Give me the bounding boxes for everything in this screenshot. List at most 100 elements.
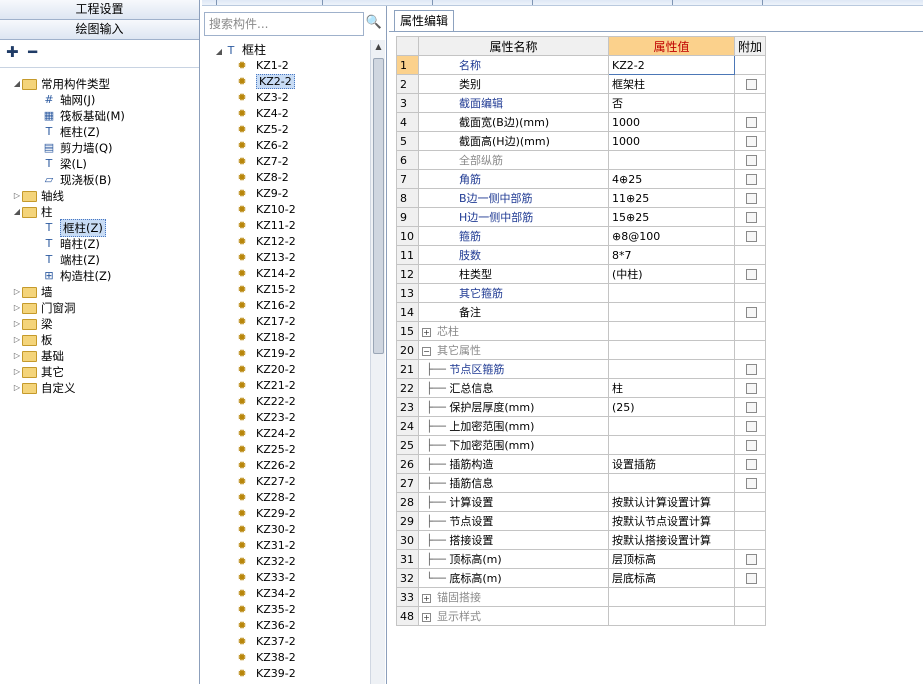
property-value-cell[interactable]: 框架柱 <box>608 74 735 94</box>
property-value-cell[interactable]: 4⊕25 <box>608 169 735 189</box>
component-item[interactable]: ✹ KZ7-2 <box>236 154 288 170</box>
property-value-cell[interactable]: (25) <box>608 397 735 417</box>
extra-checkbox[interactable] <box>746 155 757 166</box>
property-value-cell[interactable]: 按默认搭接设置计算 <box>608 530 735 550</box>
component-item[interactable]: ✹ KZ14-2 <box>236 266 295 282</box>
property-row[interactable]: 26 ├── 插筋构造 设置插筋 <box>396 454 767 474</box>
project-settings-header[interactable]: 工程设置 <box>0 0 199 20</box>
property-value-cell[interactable]: 8*7 <box>608 245 735 265</box>
property-value-cell[interactable] <box>608 435 735 455</box>
tree-item[interactable]: ▷ 基础 <box>12 348 64 364</box>
component-item[interactable]: ✹ KZ16-2 <box>236 298 295 314</box>
expand-arrow-icon[interactable]: ▷ <box>12 284 22 300</box>
property-value-cell[interactable] <box>608 587 735 607</box>
component-item[interactable]: ✹ KZ29-2 <box>236 506 295 522</box>
search-icon[interactable]: 🔍 <box>364 12 384 36</box>
extra-checkbox[interactable] <box>746 212 757 223</box>
component-item[interactable]: ✹ KZ3-2 <box>236 90 288 106</box>
property-value-cell[interactable]: 1000 <box>608 131 735 151</box>
property-row[interactable]: 11 肢数 8*7 <box>396 245 767 265</box>
tab-property-edit[interactable]: 属性编辑 <box>394 10 454 32</box>
component-item[interactable]: ✹ KZ9-2 <box>236 186 288 202</box>
component-item[interactable]: ✹ KZ31-2 <box>236 538 295 554</box>
tree-item[interactable]: T 端柱(Z) <box>42 252 100 268</box>
component-item[interactable]: ✹ KZ15-2 <box>236 282 295 298</box>
expand-group-icon[interactable]: + <box>422 593 431 603</box>
extra-checkbox[interactable] <box>746 440 757 451</box>
property-row[interactable]: 7 角筋 4⊕25 <box>396 169 767 189</box>
tree-item[interactable]: T 梁(L) <box>42 156 87 172</box>
component-item[interactable]: ✹ KZ13-2 <box>236 250 295 266</box>
property-value-cell[interactable]: 否 <box>608 93 735 113</box>
property-value-cell[interactable]: 1000 <box>608 112 735 132</box>
scrollbar-thumb[interactable] <box>373 58 384 354</box>
property-value-cell[interactable]: 层底标高 <box>608 568 735 588</box>
collapse-arrow-icon[interactable]: ◢ <box>214 44 224 60</box>
property-row[interactable]: 25 ├── 下加密范围(mm) <box>396 435 767 455</box>
extra-checkbox[interactable] <box>746 269 757 280</box>
tree-item[interactable]: ▦ 筏板基础(M) <box>42 108 125 124</box>
property-value-cell[interactable] <box>608 359 735 379</box>
property-value-cell[interactable]: KZ2-2 <box>608 55 735 75</box>
component-item[interactable]: ✹ KZ32-2 <box>236 554 295 570</box>
tree-item[interactable]: ▤ 剪力墙(Q) <box>42 140 113 156</box>
component-item[interactable]: ✹ KZ8-2 <box>236 170 288 186</box>
component-item[interactable]: ✹ KZ35-2 <box>236 602 295 618</box>
property-row[interactable]: 32 └── 底标高(m) 层底标高 <box>396 568 767 588</box>
extra-checkbox[interactable] <box>746 402 757 413</box>
drawing-input-header[interactable]: 绘图输入 <box>0 20 199 40</box>
component-item[interactable]: ✹ KZ37-2 <box>236 634 295 650</box>
tree-item[interactable]: ▷ 墙 <box>12 284 53 300</box>
property-row[interactable]: 29 ├── 节点设置 按默认节点设置计算 <box>396 511 767 531</box>
vertical-scrollbar[interactable]: ▲ <box>370 40 385 684</box>
collapse-all-icon[interactable]: ━ <box>28 43 37 61</box>
expand-arrow-icon[interactable]: ▷ <box>12 188 22 204</box>
extra-checkbox[interactable] <box>746 364 757 375</box>
property-row[interactable]: 4 截面宽(B边)(mm) 1000 <box>396 112 767 132</box>
component-item[interactable]: ✹ KZ30-2 <box>236 522 295 538</box>
expand-arrow-icon[interactable]: ▷ <box>12 316 22 332</box>
property-value-cell[interactable]: (中柱) <box>608 264 735 284</box>
expand-arrow-icon[interactable]: ▷ <box>12 380 22 396</box>
expand-all-icon[interactable]: ✚ <box>6 43 19 61</box>
component-item[interactable]: ✹ KZ22-2 <box>236 394 295 410</box>
tree-item[interactable]: ⊞ 构造柱(Z) <box>42 268 111 284</box>
property-row[interactable]: 21 ├── 节点区箍筋 <box>396 359 767 379</box>
component-item[interactable]: ✹ KZ33-2 <box>236 570 295 586</box>
extra-checkbox[interactable] <box>746 79 757 90</box>
extra-checkbox[interactable] <box>746 421 757 432</box>
search-input[interactable]: 搜索构件... <box>204 12 364 36</box>
property-value-cell[interactable]: 按默认计算设置计算 <box>608 492 735 512</box>
component-item[interactable]: ✹ KZ18-2 <box>236 330 295 346</box>
property-row[interactable]: 10 箍筋 ⊕8@100 <box>396 226 767 246</box>
property-value-cell[interactable]: ⊕8@100 <box>608 226 735 246</box>
collapse-arrow-icon[interactable]: ◢ <box>12 76 22 92</box>
expand-group-icon[interactable]: + <box>422 327 431 337</box>
extra-checkbox[interactable] <box>746 307 757 318</box>
property-row[interactable]: 33 + 锚固搭接 <box>396 587 767 607</box>
extra-checkbox[interactable] <box>746 478 757 489</box>
extra-checkbox[interactable] <box>746 136 757 147</box>
property-row[interactable]: 24 ├── 上加密范围(mm) <box>396 416 767 436</box>
component-item[interactable]: ✹ KZ23-2 <box>236 410 295 426</box>
extra-checkbox[interactable] <box>746 573 757 584</box>
property-row[interactable]: 22 ├── 汇总信息柱 <box>396 378 767 398</box>
scroll-up-icon[interactable]: ▲ <box>373 42 384 54</box>
property-row[interactable]: 20− 其它属性 <box>396 340 767 360</box>
component-item[interactable]: ✹ KZ25-2 <box>236 442 295 458</box>
extra-checkbox[interactable] <box>746 231 757 242</box>
extra-checkbox[interactable] <box>746 554 757 565</box>
component-item[interactable]: ✹ KZ38-2 <box>236 650 295 666</box>
extra-checkbox[interactable] <box>746 459 757 470</box>
property-row[interactable]: 6 全部纵筋 <box>396 150 767 170</box>
expand-group-icon[interactable]: + <box>422 612 431 622</box>
component-item[interactable]: ✹ KZ28-2 <box>236 490 295 506</box>
component-item[interactable]: ✹ KZ17-2 <box>236 314 295 330</box>
component-item[interactable]: ✹ KZ26-2 <box>236 458 295 474</box>
collapse-group-icon[interactable]: − <box>422 346 431 356</box>
property-value-cell[interactable] <box>608 473 735 493</box>
property-value-cell[interactable] <box>608 340 735 360</box>
property-value-cell[interactable]: 设置插筋 <box>608 454 735 474</box>
property-row[interactable]: 5 截面高(H边)(mm) 1000 <box>396 131 767 151</box>
tree-item[interactable]: T 暗柱(Z) <box>42 236 100 252</box>
